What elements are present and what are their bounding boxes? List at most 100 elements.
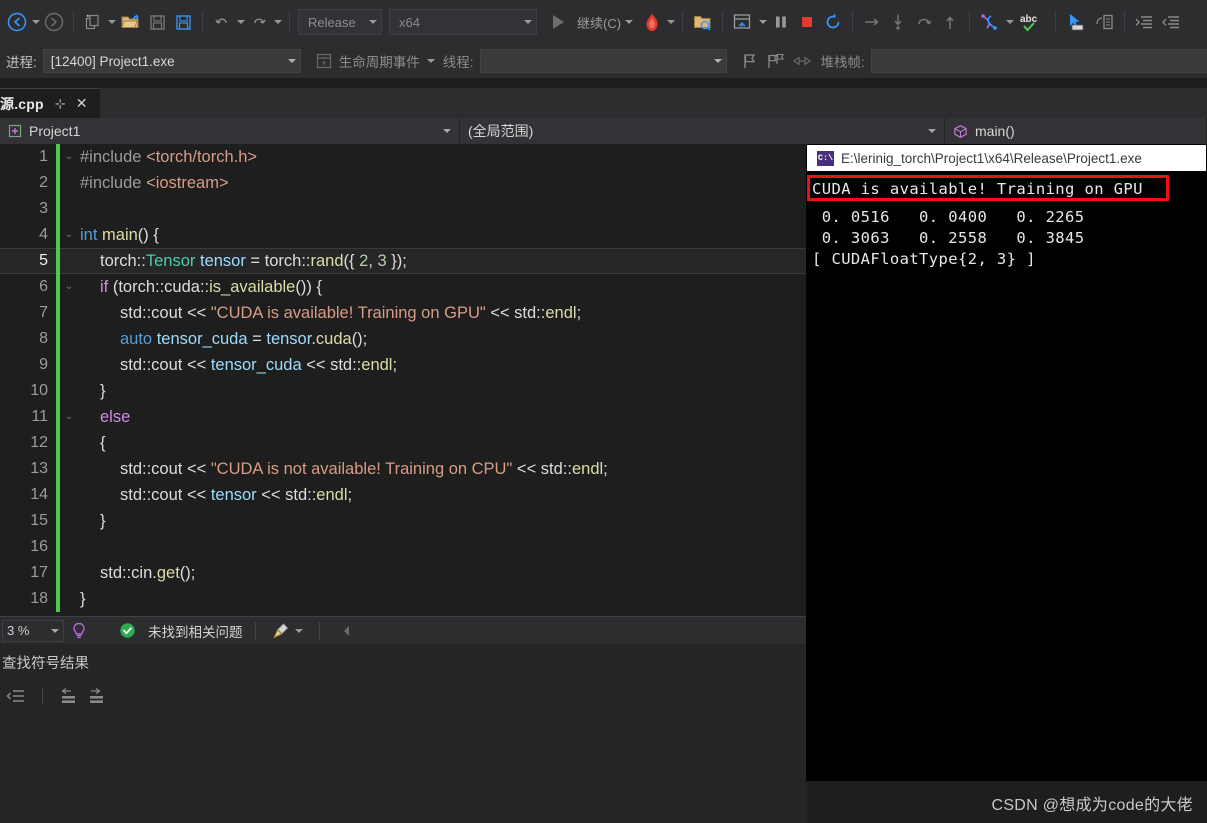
code-line[interactable]: 17std::cin.get(); — [0, 560, 807, 586]
step-out-icon[interactable] — [911, 8, 937, 36]
lifecycle-chevron-down-icon[interactable] — [426, 47, 437, 75]
fold-toggle-icon[interactable]: ⌄ — [60, 144, 78, 170]
fold-toggle-icon[interactable]: ⌄ — [60, 404, 78, 430]
navigate-next-result-icon[interactable] — [83, 682, 111, 710]
window-layout-chevron-down-icon[interactable] — [757, 8, 768, 36]
window-layout-icon[interactable] — [729, 8, 757, 36]
navigate-forward-icon[interactable] — [41, 8, 67, 36]
code-text: std::cout << "CUDA is not available! Tra… — [78, 460, 608, 479]
new-item-icon[interactable] — [80, 8, 106, 36]
pause-icon[interactable] — [768, 8, 794, 36]
fold-toggle-icon[interactable]: ⌄ — [60, 222, 78, 248]
navigate-prev-result-icon[interactable] — [55, 682, 83, 710]
continue-chevron-down-icon[interactable] — [623, 8, 634, 36]
code-line[interactable]: 2#include <iostream> — [0, 170, 807, 196]
code-line[interactable]: 14std::cout << tensor << std::endl; — [0, 482, 807, 508]
lightbulb-suggestion-icon[interactable] — [66, 617, 92, 645]
code-line[interactable]: 7std::cout << "CUDA is available! Traini… — [0, 300, 807, 326]
pointer-select-icon[interactable] — [1062, 8, 1090, 36]
step-over-icon[interactable] — [859, 8, 885, 36]
change-bar — [56, 560, 60, 586]
continue-button-label[interactable]: 继续(C) — [571, 13, 623, 32]
line-number: 6 — [0, 278, 56, 296]
threads-icon[interactable] — [976, 8, 1004, 36]
code-line[interactable]: 8auto tensor_cuda = tensor.cuda(); — [0, 326, 807, 352]
fold-toggle-icon[interactable]: ⌄ — [60, 274, 78, 300]
code-line[interactable]: 4⌄int main() { — [0, 222, 807, 248]
flag-multiple-icon[interactable] — [763, 47, 789, 75]
hot-reload-chevron-down-icon[interactable] — [665, 8, 676, 36]
console-title-bar[interactable]: C:\ E:\lerinig_torch\Project1\x64\Releas… — [807, 145, 1206, 171]
code-cleanup-chevron-down-icon[interactable] — [294, 617, 305, 645]
line-number: 17 — [0, 564, 56, 582]
code-line[interactable]: 10} — [0, 378, 807, 404]
code-text: auto tensor_cuda = tensor.cuda(); — [78, 330, 367, 349]
list-view-icon[interactable] — [2, 682, 30, 710]
zoom-level-dropdown[interactable]: 3 % — [2, 620, 64, 642]
open-file-icon[interactable] — [117, 8, 144, 36]
lifecycle-events-label[interactable]: 生命周期事件 — [337, 51, 426, 71]
solution-configuration-dropdown[interactable]: Release — [298, 9, 382, 35]
new-item-chevron-down-icon[interactable] — [106, 8, 117, 36]
line-number: 10 — [0, 382, 56, 400]
link-threads-icon[interactable] — [789, 47, 815, 75]
code-line[interactable]: 1⌄#include <torch/torch.h> — [0, 144, 807, 170]
code-cleanup-icon[interactable] — [268, 617, 294, 645]
code-line[interactable]: 3 — [0, 196, 807, 222]
code-line[interactable]: 5torch::Tensor tensor = torch::rand({ 2,… — [0, 248, 807, 274]
navigate-back-icon[interactable] — [4, 8, 30, 36]
console-window[interactable]: C:\ E:\lerinig_torch\Project1\x64\Releas… — [806, 144, 1207, 781]
chevron-down-icon — [278, 59, 296, 63]
code-line[interactable]: 9std::cout << tensor_cuda << std::endl; — [0, 352, 807, 378]
code-line[interactable]: 11⌄else — [0, 404, 807, 430]
step-into-icon[interactable] — [885, 8, 911, 36]
navbar-scope-dropdown[interactable]: (全局范围) — [460, 118, 945, 144]
threads-chevron-down-icon[interactable] — [1004, 8, 1015, 36]
findpanel-divider — [42, 687, 43, 705]
lifecycle-events-icon[interactable] — [311, 47, 337, 75]
indent-icon[interactable] — [1131, 8, 1158, 36]
document-tab-source-cpp[interactable]: 源.cpp ⊹ ✕ — [0, 88, 100, 118]
code-line[interactable]: 16 — [0, 534, 807, 560]
code-line[interactable]: 18} — [0, 586, 807, 612]
save-all-icon[interactable] — [170, 8, 196, 36]
chevron-down-icon — [51, 629, 63, 633]
breakpoints-folder-icon[interactable] — [689, 8, 716, 36]
restart-icon[interactable] — [820, 8, 846, 36]
abc-check-icon[interactable]: abc — [1015, 8, 1049, 36]
stackframe-dropdown[interactable] — [871, 49, 1207, 73]
undo-icon[interactable] — [209, 8, 235, 36]
solution-platform-dropdown[interactable]: x64 — [389, 9, 537, 35]
code-line[interactable]: 13 std::cout << "CUDA is not available! T… — [0, 456, 807, 482]
line-number: 4 — [0, 226, 56, 244]
code-line[interactable]: 6⌄if (torch::cuda::is_available()) { — [0, 274, 807, 300]
navbar-member-dropdown[interactable]: main() — [945, 118, 1207, 144]
continue-play-icon[interactable] — [545, 8, 571, 36]
solution-configuration-value: Release — [308, 15, 356, 30]
collapse-left-icon[interactable] — [334, 617, 360, 645]
change-bar — [56, 326, 60, 352]
redo-icon[interactable] — [246, 8, 272, 36]
change-bar — [56, 430, 60, 456]
process-dropdown[interactable]: [12400] Project1.exe — [43, 49, 301, 73]
navbar-project-dropdown[interactable]: Project1 — [0, 118, 460, 144]
change-bar — [56, 248, 60, 274]
thread-dropdown[interactable] — [480, 49, 727, 73]
step-up-icon[interactable] — [937, 8, 963, 36]
pin-icon[interactable]: ⊹ — [55, 96, 66, 112]
line-number: 13 — [0, 460, 56, 478]
close-icon[interactable]: ✕ — [76, 95, 88, 112]
compare-files-icon[interactable] — [1090, 8, 1118, 36]
redo-chevron-down-icon[interactable] — [272, 8, 283, 36]
stop-icon[interactable] — [794, 8, 820, 36]
status-divider-2 — [319, 622, 320, 640]
flag-icon[interactable] — [737, 47, 763, 75]
navigate-back-chevron-down-icon[interactable] — [30, 8, 41, 36]
hot-reload-icon[interactable] — [639, 8, 665, 36]
outdent-icon[interactable] — [1158, 8, 1185, 36]
undo-chevron-down-icon[interactable] — [235, 8, 246, 36]
code-editor[interactable]: 1⌄#include <torch/torch.h>2#include <ios… — [0, 144, 807, 616]
code-line[interactable]: 15} — [0, 508, 807, 534]
code-line[interactable]: 12{ — [0, 430, 807, 456]
save-icon[interactable] — [144, 8, 170, 36]
